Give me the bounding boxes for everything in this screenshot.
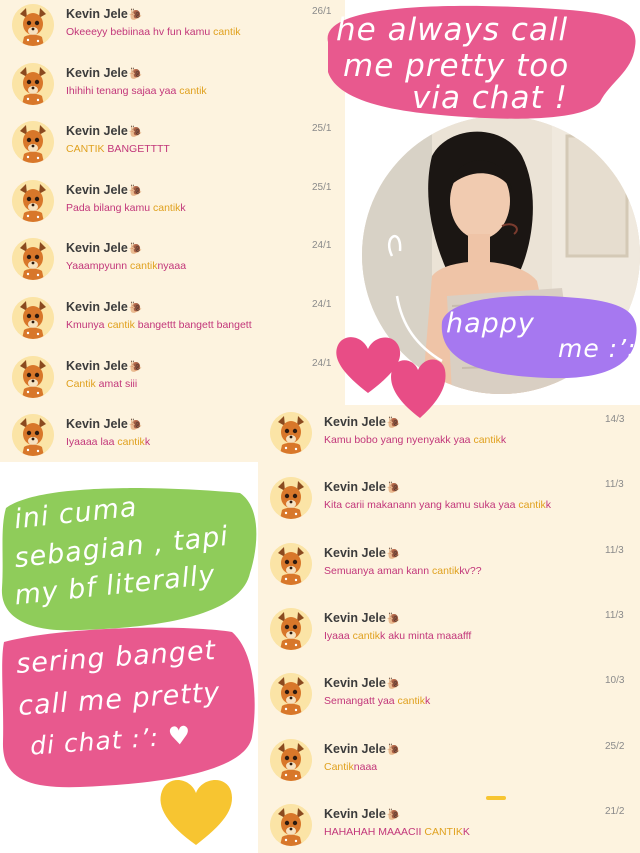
chat-message[interactable]: Kamu bobo yang nyenyakk yaa cantikk [324, 433, 506, 447]
contact-name: Kevin Jele🐌 [66, 124, 143, 139]
chat-message[interactable]: Okeeeyy bebiinaa hv fun kamu cantik [66, 25, 241, 39]
message-date: 25/1 [312, 181, 332, 193]
annotation-happy-1: happy [446, 308, 535, 339]
yellow-dash [486, 796, 506, 800]
contact-name: Kevin Jele🐌 [324, 806, 401, 821]
contact-name: Kevin Jele🐌 [66, 358, 143, 373]
pink-heart-icon [391, 359, 446, 418]
contact-name: Kevin Jele🐌 [324, 545, 401, 560]
chat-message[interactable]: Kmunya cantik bangettt bangett bangett [66, 318, 252, 332]
contact-name: Kevin Jele🐌 [324, 415, 401, 429]
contact-name: Kevin Jele🐌 [324, 480, 401, 495]
contact-name: Kevin Jele🐌 [66, 182, 143, 197]
contact-avatar [270, 607, 312, 650]
message-date: 14/3 [605, 414, 625, 425]
contact-name: Kevin Jele🐌 [66, 300, 143, 314]
chat-message[interactable]: Pada bilang kamu cantikk [66, 201, 186, 215]
contact-name: Kevin Jele🐌 [66, 7, 143, 21]
chat-message[interactable]: Iyaaaa laa cantikk [66, 435, 150, 449]
contact-avatar [270, 673, 312, 716]
contact-name: Kevin Jele🐌 [324, 741, 401, 756]
contact-name: Kevin Jele🐌 [66, 417, 143, 432]
message-date: 24/1 [312, 299, 332, 310]
chat-message[interactable]: Semangatt yaa cantikk [324, 694, 430, 708]
message-date: 26/1 [312, 6, 332, 17]
contact-name: Kevin Jele🐌 [66, 241, 143, 256]
contact-avatar [12, 62, 54, 105]
annotation-line-2: me pretty too [343, 48, 570, 84]
contact-avatar [12, 414, 54, 457]
message-date: 24/1 [312, 240, 332, 252]
contact-avatar [12, 179, 54, 222]
message-date: 11/3 [605, 609, 624, 621]
message-date: 21/2 [605, 805, 625, 817]
chat-message[interactable]: CANTIK BANGETTTT [66, 142, 170, 156]
contact-avatar [12, 121, 54, 164]
message-date: 25/2 [605, 740, 625, 752]
chat-message[interactable]: Cantik amat siii [66, 377, 137, 391]
yellow-heart-icon [160, 779, 233, 845]
contact-avatar [270, 738, 312, 781]
annotation-line-3: via chat ! [412, 80, 568, 116]
annotation-line-1: he always call [336, 12, 569, 48]
message-date: 24/1 [312, 357, 332, 369]
annotation-happy-2: me :’: [558, 334, 637, 363]
contact-avatar [270, 412, 312, 454]
chat-message[interactable]: Ihihihi tenang sajaa yaa cantik [66, 84, 207, 98]
contact-avatar [12, 297, 54, 339]
chat-message[interactable]: Iyaaa cantikk aku minta maaafff [324, 629, 471, 643]
message-date: 11/3 [605, 479, 624, 491]
contact-avatar [270, 803, 312, 846]
contact-avatar [270, 542, 312, 585]
contact-name: Kevin Jele🐌 [66, 65, 143, 80]
contact-avatar [270, 477, 312, 520]
contact-avatar [12, 4, 54, 46]
contact-avatar [12, 355, 54, 398]
contact-name: Kevin Jele🐌 [324, 610, 401, 625]
chat-message[interactable]: Yaaampyunn cantiknyaaa [66, 259, 186, 273]
message-date: 10/3 [605, 675, 625, 687]
chat-message[interactable]: Semuanya aman kann cantikkv?? [324, 564, 482, 578]
message-date: 25/1 [312, 123, 332, 135]
message-date: 11/3 [605, 544, 624, 556]
contact-name: Kevin Jele🐌 [324, 676, 401, 691]
chat-message[interactable]: Cantiknaaa [324, 760, 377, 774]
chat-message[interactable]: HAHAHAH MAAACII CANTIKK [324, 825, 470, 839]
chat-message[interactable]: Kita carii makanann yang kamu suka yaa c… [324, 498, 574, 512]
chat-list-panel-left [0, 0, 345, 462]
